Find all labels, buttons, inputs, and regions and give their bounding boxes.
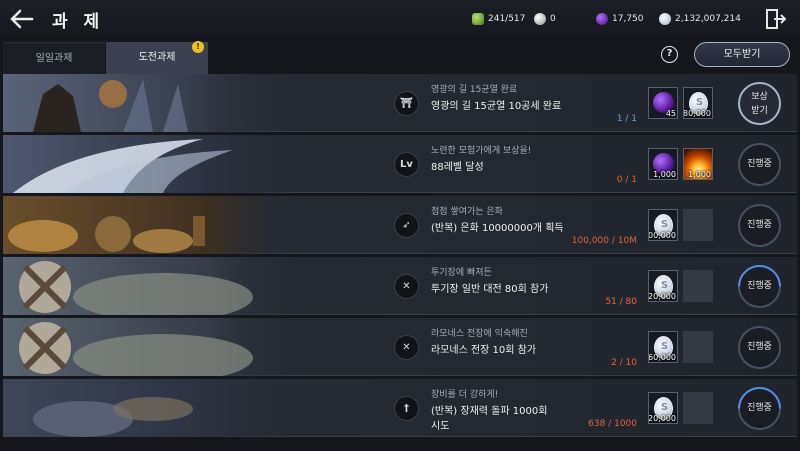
quest-progress: 0 / 1 — [616, 175, 637, 185]
reward-slot[interactable]: 1,000 — [648, 148, 678, 180]
in-progress-button[interactable]: 진행중 — [729, 256, 790, 317]
empty-reward-slot — [683, 209, 713, 241]
quest-row[interactable]: Lv 노련한 모험가에게 보상을! 88레벨 달성 0 / 1 1,000 1,000 진행… — [3, 135, 797, 193]
reward-count: 180,000 — [683, 109, 711, 118]
reward-slot[interactable]: 100,000 — [648, 209, 678, 241]
resource-green-gem: 241/517 — [472, 11, 525, 27]
level-icon: Lv — [394, 152, 419, 177]
coin-hand-icon: ➶ — [394, 213, 419, 238]
quest-row[interactable]: ✕ 라모네스 전장에 익숙해진라모네스 전장 10회 참가 2 / 10 60,000… — [3, 318, 797, 376]
quest-row[interactable]: ⛩ 영광의 길 15균열 완료영광의 길 15균열 10공세 완료 1 / 1 45 1… — [3, 74, 797, 132]
resource-purple-orb: 17,750 — [596, 11, 644, 27]
quest-row[interactable]: ➶ 점점 쌓여가는 은화 (반복) 은화 10000000개 획득 100,000 /… — [3, 196, 797, 254]
help-button[interactable]: ? — [661, 46, 678, 63]
crossed-swords-icon: ✕ — [394, 335, 419, 360]
reward-slot[interactable]: 180,000 — [683, 87, 713, 119]
in-progress-button[interactable]: 진행중 — [738, 143, 781, 186]
in-progress-button[interactable]: 진행중 — [738, 326, 781, 369]
reward-slot[interactable]: 420,000 — [648, 392, 678, 424]
quest-subtitle: 노련한 모험가에게 보상을! — [431, 146, 532, 156]
silver-coin-icon — [659, 12, 671, 25]
resource-silver-coin: 2,132,007,214 — [659, 11, 741, 27]
tab-daily-quests[interactable]: 일일과제 — [3, 42, 105, 74]
quest-banner-image — [3, 135, 293, 193]
reward-slot[interactable]: 1,000 — [683, 148, 713, 180]
quest-title: (반복) 장재력 돌파 1000회 시도 — [431, 406, 548, 432]
quest-title: 88레벨 달성 — [431, 162, 484, 173]
reward-count: 120,000 — [648, 292, 676, 301]
back-arrow-icon[interactable] — [8, 6, 36, 32]
tab-challenge-quests[interactable]: 도전과제! — [106, 41, 208, 74]
crossed-swords-icon: ✕ — [394, 274, 419, 299]
quest-subtitle: 라모네스 전장에 익숙해진 — [431, 329, 528, 339]
quest-progress: 100,000 / 10M — [571, 236, 637, 246]
claim-reward-button[interactable]: 보상 받기 — [738, 82, 781, 125]
quest-subtitle: 영광의 길 15균열 완료 — [431, 85, 518, 95]
pearl-icon — [534, 12, 546, 25]
claim-all-button[interactable]: 모두받기 — [694, 42, 790, 67]
quest-title: 영광의 길 15균열 10공세 완료 — [431, 101, 562, 112]
reward-slot[interactable]: 60,000 — [648, 331, 678, 363]
quest-progress: 1 / 1 — [616, 114, 637, 124]
quest-row[interactable]: † 장비를 더 강하게! (반복) 장재력 돌파 1000회 시도 638 / 1000… — [3, 378, 797, 439]
green-gem-icon — [472, 12, 484, 25]
page-title: 과 제 — [52, 12, 105, 32]
empty-reward-slot — [683, 331, 713, 363]
reward-count: 420,000 — [648, 414, 676, 423]
sword-icon: † — [394, 396, 419, 421]
reward-count: 45 — [665, 109, 676, 118]
in-progress-button[interactable]: 진행중 — [738, 204, 781, 247]
quest-title: 라모네스 전장 10회 참가 — [431, 345, 537, 356]
reward-count: 1,000 — [688, 170, 711, 179]
quest-title: (반복) 은화 10000000개 획득 — [431, 223, 564, 234]
top-bar: 과 제 241/517 0 17,750 2,132,007,214 — [0, 0, 800, 38]
exit-icon[interactable] — [764, 7, 788, 31]
progress-ring — [729, 378, 790, 439]
empty-reward-slot — [683, 392, 713, 424]
purple-orb-icon — [596, 12, 608, 25]
quest-banner-image — [3, 379, 293, 437]
in-progress-button[interactable]: 진행중 — [729, 378, 790, 439]
progress-ring — [729, 256, 790, 317]
reward-count: 60,000 — [648, 353, 676, 362]
quest-subtitle: 투기장에 빠져든 — [431, 268, 492, 278]
reward-count: 100,000 — [648, 231, 676, 240]
quest-progress: 2 / 10 — [611, 358, 637, 368]
gate-icon: ⛩ — [394, 91, 419, 116]
quest-subtitle: 장비를 더 강하게! — [431, 390, 499, 400]
quest-list[interactable]: ⛩ 영광의 길 15균열 완료영광의 길 15균열 10공세 완료 1 / 1 45 1… — [0, 74, 800, 451]
reward-slot[interactable]: 120,000 — [648, 270, 678, 302]
reward-count: 1,000 — [653, 170, 676, 179]
resource-pearl: 0 — [534, 11, 556, 27]
quest-title: 투기장 일반 대전 80회 참가 — [431, 284, 549, 295]
quest-banner-image — [3, 318, 293, 376]
quest-banner-image — [3, 257, 293, 315]
empty-reward-slot — [683, 270, 713, 302]
quest-progress: 51 / 80 — [605, 297, 637, 307]
quest-progress: 638 / 1000 — [588, 419, 637, 429]
notification-badge: ! — [192, 41, 204, 53]
quest-banner-image — [3, 74, 293, 132]
reward-slot[interactable]: 45 — [648, 87, 678, 119]
quest-subtitle: 점점 쌓여가는 은화 — [431, 207, 503, 217]
quest-banner-image — [3, 196, 293, 254]
quest-row[interactable]: ✕ 투기장에 빠져든투기장 일반 대전 80회 참가 51 / 80 120,000 진… — [3, 256, 797, 317]
